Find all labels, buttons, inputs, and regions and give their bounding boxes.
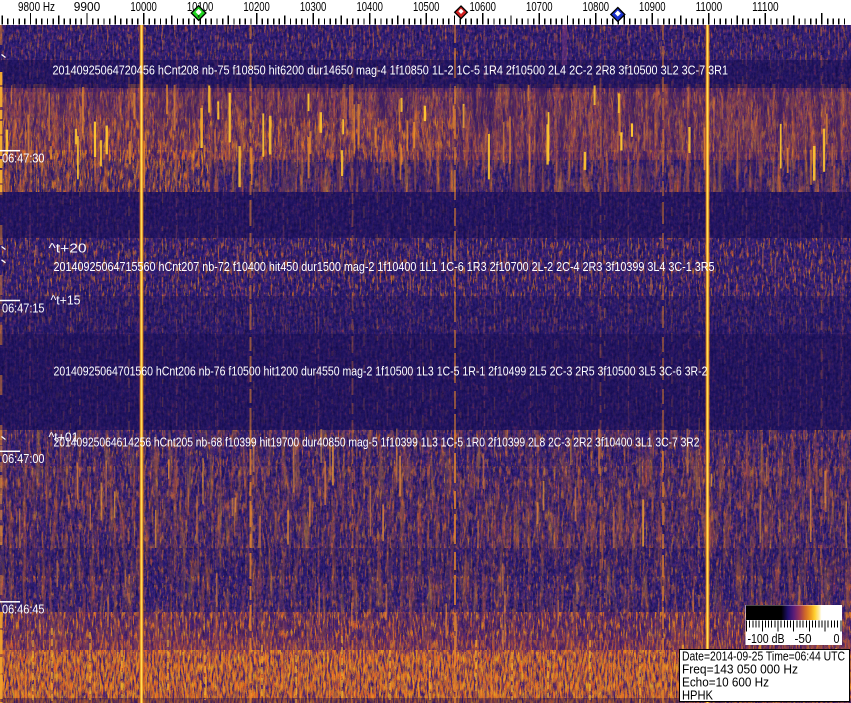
svg-text:10200: 10200 <box>243 0 270 14</box>
svg-text:9800 Hz: 9800 Hz <box>18 0 55 14</box>
svg-text:-100 dB: -100 dB <box>748 631 785 646</box>
svg-text:10800: 10800 <box>583 0 610 14</box>
svg-text:HPHK: HPHK <box>682 688 713 703</box>
svg-text:10700: 10700 <box>526 0 553 14</box>
svg-text:20140925064614256 hCnt205 nb-6: 20140925064614256 hCnt205 nb-68 f10399 h… <box>54 434 700 449</box>
svg-text:10500: 10500 <box>413 0 440 14</box>
svg-text:11100: 11100 <box>752 0 779 14</box>
svg-text:06:47:00: 06:47:00 <box>2 451 45 466</box>
svg-text:20140925064715560 hCnt207 nb-7: 20140925064715560 hCnt207 nb-72 f10400 h… <box>54 259 715 274</box>
svg-text:06:47:30: 06:47:30 <box>2 151 45 166</box>
svg-text:10000: 10000 <box>130 0 157 14</box>
svg-text:11000: 11000 <box>696 0 723 14</box>
svg-text:9900: 9900 <box>74 0 101 14</box>
svg-text:^t+20: ^t+20 <box>49 240 87 255</box>
svg-text:10300: 10300 <box>300 0 327 14</box>
svg-text:-50: -50 <box>795 631 812 646</box>
svg-text:20140925064720456 hCnt208 nb-7: 20140925064720456 hCnt208 nb-75 f10850 h… <box>53 62 729 77</box>
svg-text:06:47:15: 06:47:15 <box>2 300 45 315</box>
svg-text:0: 0 <box>834 631 840 646</box>
svg-text:20140925064701560 hCnt206 nb-7: 20140925064701560 hCnt206 nb-76 f10500 h… <box>54 363 708 378</box>
svg-text:06:46:45: 06:46:45 <box>2 602 45 617</box>
svg-text:^t+15: ^t+15 <box>51 292 81 307</box>
svg-text:10600: 10600 <box>469 0 496 14</box>
svg-text:10900: 10900 <box>639 0 666 14</box>
svg-text:10400: 10400 <box>356 0 383 14</box>
